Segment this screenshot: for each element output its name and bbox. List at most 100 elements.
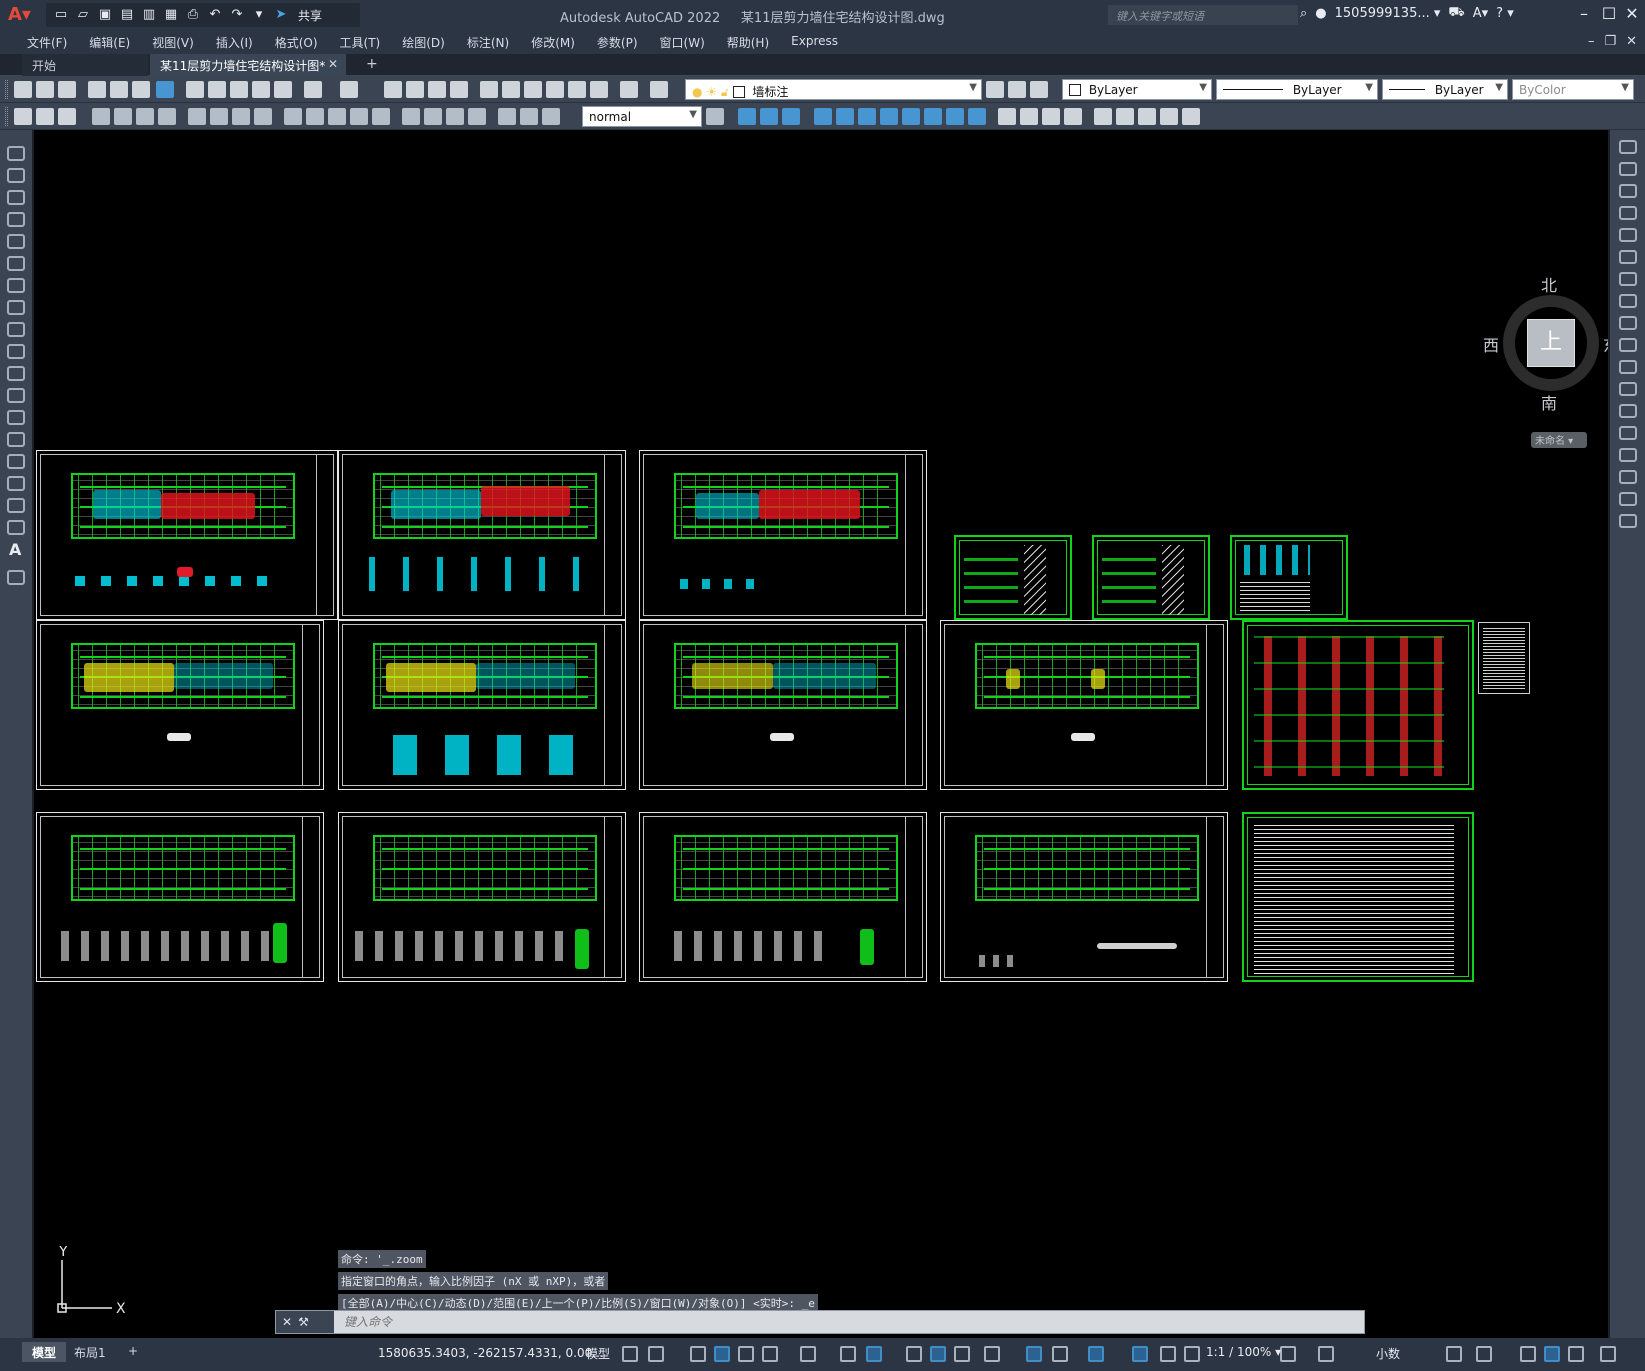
command-input[interactable]	[338, 1312, 1338, 1332]
polar-tracking-icon[interactable]	[762, 1346, 778, 1362]
quick-properties-icon[interactable]	[1446, 1346, 1462, 1362]
bring-front-icon[interactable]	[36, 108, 54, 125]
viewcube-west[interactable]: 西	[1483, 332, 1499, 356]
autodesk-app-icon[interactable]: A▾	[1473, 6, 1488, 21]
dim-edit-icon[interactable]	[498, 108, 516, 125]
gizmo-icon[interactable]	[1088, 1346, 1104, 1362]
block-editor-icon[interactable]	[274, 81, 292, 98]
array-icon[interactable]	[836, 108, 854, 125]
rotate-icon[interactable]	[1619, 272, 1637, 286]
customization-menu-icon[interactable]	[1600, 1346, 1616, 1362]
region-icon[interactable]	[7, 498, 25, 513]
cart-icon[interactable]: ⛟	[1448, 5, 1464, 22]
save-icon[interactable]	[58, 81, 76, 98]
ellipse-arc-icon[interactable]	[7, 366, 25, 381]
cut-icon[interactable]	[186, 81, 204, 98]
open-web-icon[interactable]: ▥	[140, 6, 158, 24]
save-as-icon[interactable]: ▤	[118, 6, 136, 24]
design-notes-sheet[interactable]	[1242, 812, 1474, 982]
offset-icon[interactable]	[1619, 206, 1637, 220]
point-icon[interactable]	[7, 432, 25, 447]
dimstyle-manager-icon[interactable]	[706, 108, 724, 125]
paste-icon[interactable]	[230, 81, 248, 98]
markup-icon[interactable]	[568, 81, 586, 98]
line-icon[interactable]	[7, 146, 25, 161]
polygon-icon[interactable]	[7, 212, 25, 227]
tool-palettes-icon[interactable]	[524, 81, 542, 98]
copy-icon[interactable]	[208, 81, 226, 98]
dim-update-icon[interactable]	[542, 108, 560, 125]
customize-icon[interactable]: ⚒	[298, 1315, 315, 1329]
publish-icon[interactable]	[132, 81, 150, 98]
detail-sheet[interactable]	[1242, 620, 1474, 790]
layer-state-icon[interactable]	[1030, 81, 1048, 98]
move-icon[interactable]	[1619, 250, 1637, 264]
layout-tab-model[interactable]: 模型	[22, 1342, 67, 1362]
open-icon[interactable]	[36, 81, 54, 98]
menu-format[interactable]: 格式(O)	[264, 30, 329, 54]
inspection-icon[interactable]	[446, 108, 464, 125]
toolbar-grip[interactable]	[5, 107, 8, 126]
radius-dim-icon[interactable]	[188, 108, 206, 125]
spline-icon[interactable]	[7, 322, 25, 337]
auto-scale-icon[interactable]	[1160, 1346, 1176, 1362]
menu-view[interactable]: 视图(V)	[141, 30, 205, 54]
drawing-sheet[interactable]	[639, 450, 927, 620]
join-icon[interactable]	[1020, 108, 1038, 125]
baseline-dim-icon[interactable]	[306, 108, 324, 125]
save-web-icon[interactable]: ▦	[162, 6, 180, 24]
add-selected-icon[interactable]	[7, 570, 25, 585]
linear-dim-icon[interactable]	[92, 108, 110, 125]
quick-dim-icon[interactable]	[284, 108, 302, 125]
viewcube-north[interactable]: 北	[1541, 272, 1557, 296]
break-at-point-icon[interactable]	[1619, 382, 1637, 396]
mirror-icon[interactable]	[1619, 184, 1637, 198]
plotstyle-dropdown[interactable]: ByColor ▼	[1512, 79, 1634, 100]
color-dropdown[interactable]: ByLayer ▼	[1062, 79, 1212, 100]
rotate-icon[interactable]	[880, 108, 898, 125]
share-icon[interactable]: ➤	[272, 6, 290, 24]
drawing-list-sheet[interactable]	[1478, 622, 1530, 694]
drawing-sheet[interactable]	[36, 620, 324, 790]
insert-block-icon[interactable]	[7, 388, 25, 403]
customize-icon[interactable]: ▾	[250, 6, 268, 24]
menu-file[interactable]: 文件(F)	[16, 30, 78, 54]
calculator-icon[interactable]	[590, 81, 608, 98]
share-button[interactable]: 共享	[298, 7, 322, 24]
diameter-dim-icon[interactable]	[232, 108, 250, 125]
offset-icon[interactable]	[814, 108, 832, 125]
snap-icon[interactable]	[648, 1346, 664, 1362]
blend-curves-icon[interactable]	[1619, 492, 1637, 506]
circle-icon[interactable]	[7, 278, 25, 293]
drawing-sheet[interactable]	[639, 812, 927, 982]
menu-help[interactable]: 帮助(H)	[716, 30, 780, 54]
doc-restore-icon[interactable]: ❐	[1604, 34, 1616, 49]
plot-icon[interactable]	[88, 81, 106, 98]
sheet-set-icon[interactable]	[546, 81, 564, 98]
infer-constraints-icon[interactable]	[690, 1346, 706, 1362]
revision-cloud-icon[interactable]	[7, 300, 25, 315]
redo-icon[interactable]	[340, 81, 358, 98]
polyline-icon[interactable]	[7, 190, 25, 205]
array-icon[interactable]	[1619, 228, 1637, 242]
arc-icon[interactable]	[7, 256, 25, 271]
help-icon[interactable]	[620, 81, 638, 98]
maximize-icon[interactable]: ☐	[1597, 4, 1621, 26]
isodraft-icon[interactable]	[800, 1346, 816, 1362]
tab-document[interactable]: 某11层剪力墙住宅结构设计图* ✕	[150, 54, 346, 76]
dim-text-edit-icon[interactable]	[520, 108, 538, 125]
make-block-icon[interactable]	[7, 410, 25, 425]
open-icon[interactable]: ▱	[74, 6, 92, 24]
center-mark-icon[interactable]	[424, 108, 442, 125]
match-properties-icon[interactable]	[252, 81, 270, 98]
stretch-icon[interactable]	[924, 108, 942, 125]
drawing-canvas[interactable]: 北 西 东 南 上 未命名 ▾ 命令: '_.zoom 指定窗口的角点，输入比例…	[34, 130, 1608, 1338]
explode-icon[interactable]	[1094, 108, 1112, 125]
annotation-visibility-icon[interactable]	[1132, 1346, 1148, 1362]
menu-tools[interactable]: 工具(T)	[329, 30, 392, 54]
copy-object-icon[interactable]	[1619, 162, 1637, 176]
add-layout-button[interactable]: +	[118, 1342, 148, 1362]
lock-ui-icon[interactable]	[1476, 1346, 1492, 1362]
transparency-icon[interactable]	[930, 1346, 946, 1362]
stair-detail-sheet[interactable]	[954, 535, 1072, 620]
